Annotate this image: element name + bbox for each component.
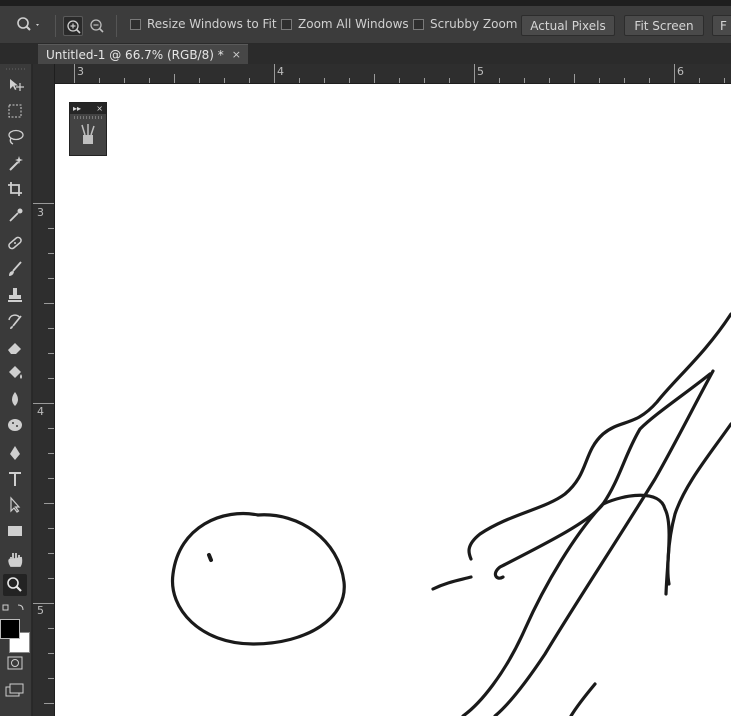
spot-healing-tool[interactable]	[3, 232, 27, 254]
resize-windows-checkbox[interactable]	[130, 19, 141, 30]
zoom-icon	[17, 17, 39, 31]
zoom-in-icon	[67, 20, 81, 34]
crop-tool[interactable]	[3, 178, 27, 200]
sketch-stroke-3	[431, 575, 473, 591]
ruler-label: 3	[77, 65, 84, 78]
scrubby-zoom-checkbox[interactable]	[413, 19, 424, 30]
sketch-stroke-2	[493, 372, 712, 580]
crop-icon	[8, 182, 22, 196]
type-tool[interactable]	[3, 468, 27, 490]
ruler-label: 4	[277, 65, 284, 78]
divider	[55, 15, 56, 37]
clone-stamp-icon	[8, 288, 22, 302]
fit-screen-button[interactable]: Fit Screen	[624, 15, 704, 36]
panel-header: ▸▸ ×	[70, 103, 106, 114]
document-tab-bar: Untitled-1 @ 66.7% (RGB/8) * ×	[0, 44, 731, 64]
divider	[116, 15, 117, 37]
blur-icon	[12, 392, 18, 406]
quick-mask-icon[interactable]	[0, 655, 31, 671]
zoom-icon	[7, 577, 22, 592]
chevron-down-icon	[36, 24, 39, 26]
tools-panel	[0, 64, 32, 716]
panel-grip-icon[interactable]	[0, 66, 31, 74]
paint-bucket-tool[interactable]	[3, 362, 27, 384]
scrubby-zoom-label: Scrubby Zoom	[430, 17, 518, 31]
screen-mode-icon[interactable]	[0, 682, 31, 698]
sketch-stroke-8	[569, 682, 597, 716]
eraser-icon	[8, 343, 21, 354]
actual-pixels-button[interactable]: Actual Pixels	[521, 15, 615, 36]
eyedropper-tool[interactable]	[3, 204, 27, 226]
ruler-label: 6	[677, 65, 684, 78]
brush-presets-panel[interactable]: ▸▸ ×	[69, 102, 107, 156]
clone-stamp-tool[interactable]	[3, 284, 27, 306]
history-brush-icon	[8, 314, 22, 329]
pen-tool[interactable]	[3, 442, 27, 464]
brush-presets-icon[interactable]	[70, 119, 106, 149]
brush-tool[interactable]	[3, 258, 27, 280]
move-icon	[10, 79, 24, 91]
blur-tool[interactable]	[3, 388, 27, 410]
expand-panel-icon[interactable]: ▸▸	[73, 104, 81, 113]
sketch-drawing	[170, 312, 731, 716]
spot-healing-icon	[8, 236, 22, 250]
tool-preset-picker[interactable]	[14, 15, 42, 35]
close-icon[interactable]: ×	[232, 48, 241, 61]
sketch-stroke-5	[666, 422, 731, 586]
path-selection-tool[interactable]	[3, 494, 27, 516]
close-icon[interactable]: ×	[96, 104, 103, 113]
paint-bucket-icon	[9, 366, 22, 379]
zoom-out-button[interactable]	[87, 16, 107, 36]
sponge-tool[interactable]	[3, 414, 27, 436]
ruler-label: 3	[37, 206, 44, 219]
sketch-egg-shape	[170, 512, 346, 646]
document-tab-title: Untitled-1 @ 66.7% (RGB/8) *	[46, 47, 224, 62]
fill-screen-button[interactable]: F	[712, 15, 731, 36]
rectangle-icon	[8, 526, 22, 536]
vertical-ruler[interactable]: 3 4 5	[33, 64, 55, 716]
zoom-out-icon	[90, 19, 104, 33]
eyedropper-icon	[9, 208, 23, 222]
marquee-icon	[8, 104, 22, 118]
type-icon	[9, 472, 21, 486]
ruler-ticks	[74, 64, 725, 83]
document-tab[interactable]: Untitled-1 @ 66.7% (RGB/8) * ×	[38, 44, 248, 64]
resize-windows-label: Resize Windows to Fit	[147, 17, 277, 31]
lasso-icon	[8, 129, 24, 145]
sketch-stroke-7	[461, 502, 605, 716]
zoom-tool[interactable]	[3, 574, 27, 596]
foreground-color-swatch[interactable]	[0, 619, 20, 639]
hand-icon	[8, 553, 23, 567]
ruler-label: 5	[477, 65, 484, 78]
move-tool[interactable]	[3, 74, 27, 96]
hand-tool[interactable]	[3, 548, 27, 570]
zoom-all-windows-checkbox[interactable]	[281, 19, 292, 30]
swap-colors-icon[interactable]	[0, 602, 31, 616]
ruler-label: 4	[37, 405, 44, 418]
path-selection-icon	[10, 496, 21, 513]
magic-wand-icon	[9, 156, 23, 171]
pen-icon	[10, 446, 20, 460]
sketch-dot	[207, 553, 213, 562]
document-canvas[interactable]	[55, 84, 731, 716]
brush-icon	[9, 261, 22, 276]
zoom-all-windows-label: Zoom All Windows	[298, 17, 409, 31]
zoom-in-button[interactable]	[63, 16, 83, 36]
options-bar: Resize Windows to Fit Zoom All Windows S…	[0, 6, 731, 44]
marquee-tool[interactable]	[3, 100, 27, 122]
eraser-tool[interactable]	[3, 336, 27, 358]
history-brush-tool[interactable]	[3, 310, 27, 332]
sponge-icon	[8, 419, 22, 431]
lasso-tool[interactable]	[3, 126, 27, 148]
sketch-stroke-4	[493, 369, 715, 716]
ruler-ticks	[33, 203, 54, 704]
sketch-stroke-1	[467, 312, 731, 561]
rectangle-tool[interactable]	[3, 520, 27, 542]
magic-wand-tool[interactable]	[3, 152, 27, 174]
ruler-label: 5	[37, 604, 44, 617]
horizontal-ruler[interactable]: 3 4 5 6	[54, 64, 731, 84]
